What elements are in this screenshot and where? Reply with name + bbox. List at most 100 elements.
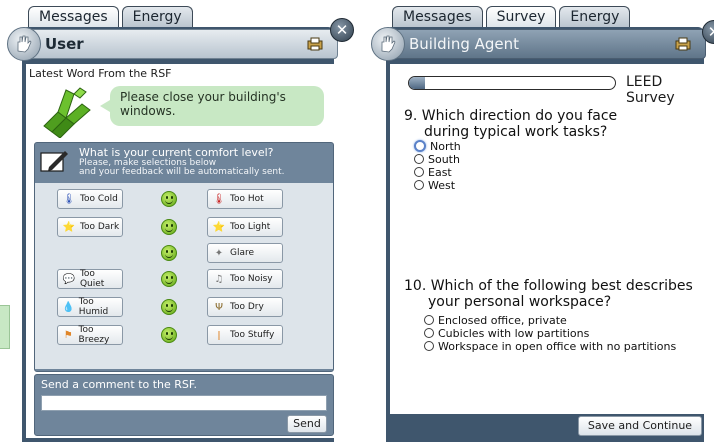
comfort-panel: What is your current comfort level? Plea… [34,142,334,372]
too-light-button[interactable]: ⭐ Too Light [207,217,283,237]
question-10: 10. Which of the following best describe… [404,278,693,310]
option-enclosed-office[interactable]: Enclosed office, private [424,313,676,327]
noise-icon: ♫ [214,273,224,285]
thermometer-hot-icon: 🌡 [212,193,226,205]
speech-bubble-icon: 💬 [62,273,76,285]
too-light-label: Too Light [230,222,271,232]
too-breezy-label: Too Breezy [78,325,110,345]
option-label: Cubicles with low partitions [438,326,590,340]
radio-button[interactable] [414,154,424,164]
smiley-icon [161,245,177,261]
user-panel-tabs: Messages Energy [28,6,193,28]
option-north[interactable]: North [414,139,461,153]
question-10-line1: 10. Which of the following best describe… [404,278,693,294]
option-east[interactable]: East [414,165,461,179]
option-label: North [430,139,461,153]
flag-icon: ⚑ [63,329,73,341]
too-dry-label: Too Dry [230,302,264,312]
option-label: East [428,165,452,179]
too-noisy-label: Too Noisy [230,274,273,284]
radio-button[interactable] [424,315,434,325]
send-button[interactable]: Send [287,415,327,433]
too-stuffy-button[interactable]: ǀ Too Stuffy [207,325,283,345]
building-agent-figure-icon [43,87,91,138]
radio-button[interactable] [414,167,424,177]
glare-icon: ✦ [214,247,224,259]
radio-button[interactable] [414,140,426,152]
option-south[interactable]: South [414,152,461,166]
too-breezy-button[interactable]: ⚑ Too Breezy [57,325,123,345]
question-10-line2: your personal workspace? [428,294,612,310]
option-label: West [428,178,456,192]
thermometer-cold-icon: 🌡 [62,193,76,205]
hand-icon [371,27,405,61]
comfort-header: What is your current comfort level? Plea… [35,143,333,181]
smiley-icon [161,219,177,235]
rsf-message-bubble: Please close your building's windows. [100,86,324,126]
save-and-continue-button[interactable]: Save and Continue [578,416,702,436]
smiley-icon [161,191,177,207]
too-cold-label: Too Cold [80,194,118,204]
survey-progress-bar [408,76,616,90]
tab-messages[interactable]: Messages [392,6,483,28]
pencil-icon [40,151,68,172]
survey-panel-title: Building Agent [409,35,520,53]
comfort-note: Please, make selections below and your f… [79,159,284,177]
lamp-icon: ⭐ [62,221,76,233]
survey-panel-titlebar: Building Agent [371,27,706,61]
radio-button[interactable] [424,328,434,338]
option-west[interactable]: West [414,178,461,192]
option-open-office[interactable]: Workspace in open office with no partiti… [424,339,677,353]
question-9-options: North South East West [414,140,461,192]
option-label: Workspace in open office with no partiti… [438,339,677,353]
glare-button[interactable]: ✦ Glare [207,243,283,263]
close-icon[interactable]: ✕ [330,18,354,42]
too-humid-label: Too Humid [78,297,109,317]
comment-panel: Send a comment to the RSF. Send [34,374,334,436]
question-9: 9. Which direction do you face during ty… [404,108,617,140]
survey-panel-tabs: Messages Survey Energy [392,6,631,28]
smiley-icon [161,299,177,315]
lamp-bright-icon: ⭐ [212,221,226,233]
too-dry-button[interactable]: Ψ Too Dry [207,297,283,317]
survey-content: LEED Survey 9. Which direction do you fa… [390,64,710,414]
hand-icon [7,27,41,61]
question-9-line2: during typical work tasks? [424,124,608,140]
print-icon[interactable] [307,37,323,51]
too-noisy-button[interactable]: ♫ Too Noisy [207,269,283,289]
survey-panel: Messages Survey Energy Building Agent ✕ … [371,0,714,442]
survey-progress-label: LEED Survey [626,74,675,106]
smiley-icon [161,327,177,343]
latest-word-label: Latest Word From the RSF [29,67,172,80]
comment-input[interactable] [41,395,327,411]
option-label: Enclosed office, private [438,313,567,327]
too-humid-button[interactable]: 💧 Too Humid [57,297,123,317]
too-quiet-button[interactable]: 💬 Too Quiet [57,269,123,289]
question-9-line1: 9. Which direction do you face [404,108,618,124]
radio-button[interactable] [414,180,424,190]
comment-label: Send a comment to the RSF. [41,378,197,391]
user-panel: Messages Energy User ✕ Latest Word From … [7,0,354,442]
tab-energy[interactable]: Energy [559,6,631,28]
too-stuffy-label: Too Stuffy [230,330,275,340]
option-cubicles[interactable]: Cubicles with low partitions [424,326,676,340]
survey-progress-fill [409,77,426,89]
print-icon[interactable] [675,37,691,51]
too-hot-button[interactable]: 🌡 Too Hot [207,189,283,209]
radio-button[interactable] [424,341,434,351]
tab-survey[interactable]: Survey [485,6,557,28]
option-label: South [428,152,460,166]
question-10-options: Enclosed office, private Cubicles with l… [424,314,676,353]
too-cold-button[interactable]: 🌡 Too Cold [57,189,123,209]
comfort-options-grid: 🌡 Too Cold ⭐ Too Dark 💬 Too Quiet 💧 Too Humi… [35,183,333,369]
smiley-icon [161,271,177,287]
tab-energy[interactable]: Energy [121,6,193,28]
water-drop-icon: 💧 [62,301,75,313]
too-dark-button[interactable]: ⭐ Too Dark [57,217,123,237]
too-dark-label: Too Dark [80,222,120,232]
user-panel-titlebar: User [7,27,338,61]
candle-icon: ǀ [217,329,221,341]
tab-messages[interactable]: Messages [28,6,119,28]
glare-label: Glare [230,248,255,258]
cactus-icon: Ψ [215,301,223,313]
